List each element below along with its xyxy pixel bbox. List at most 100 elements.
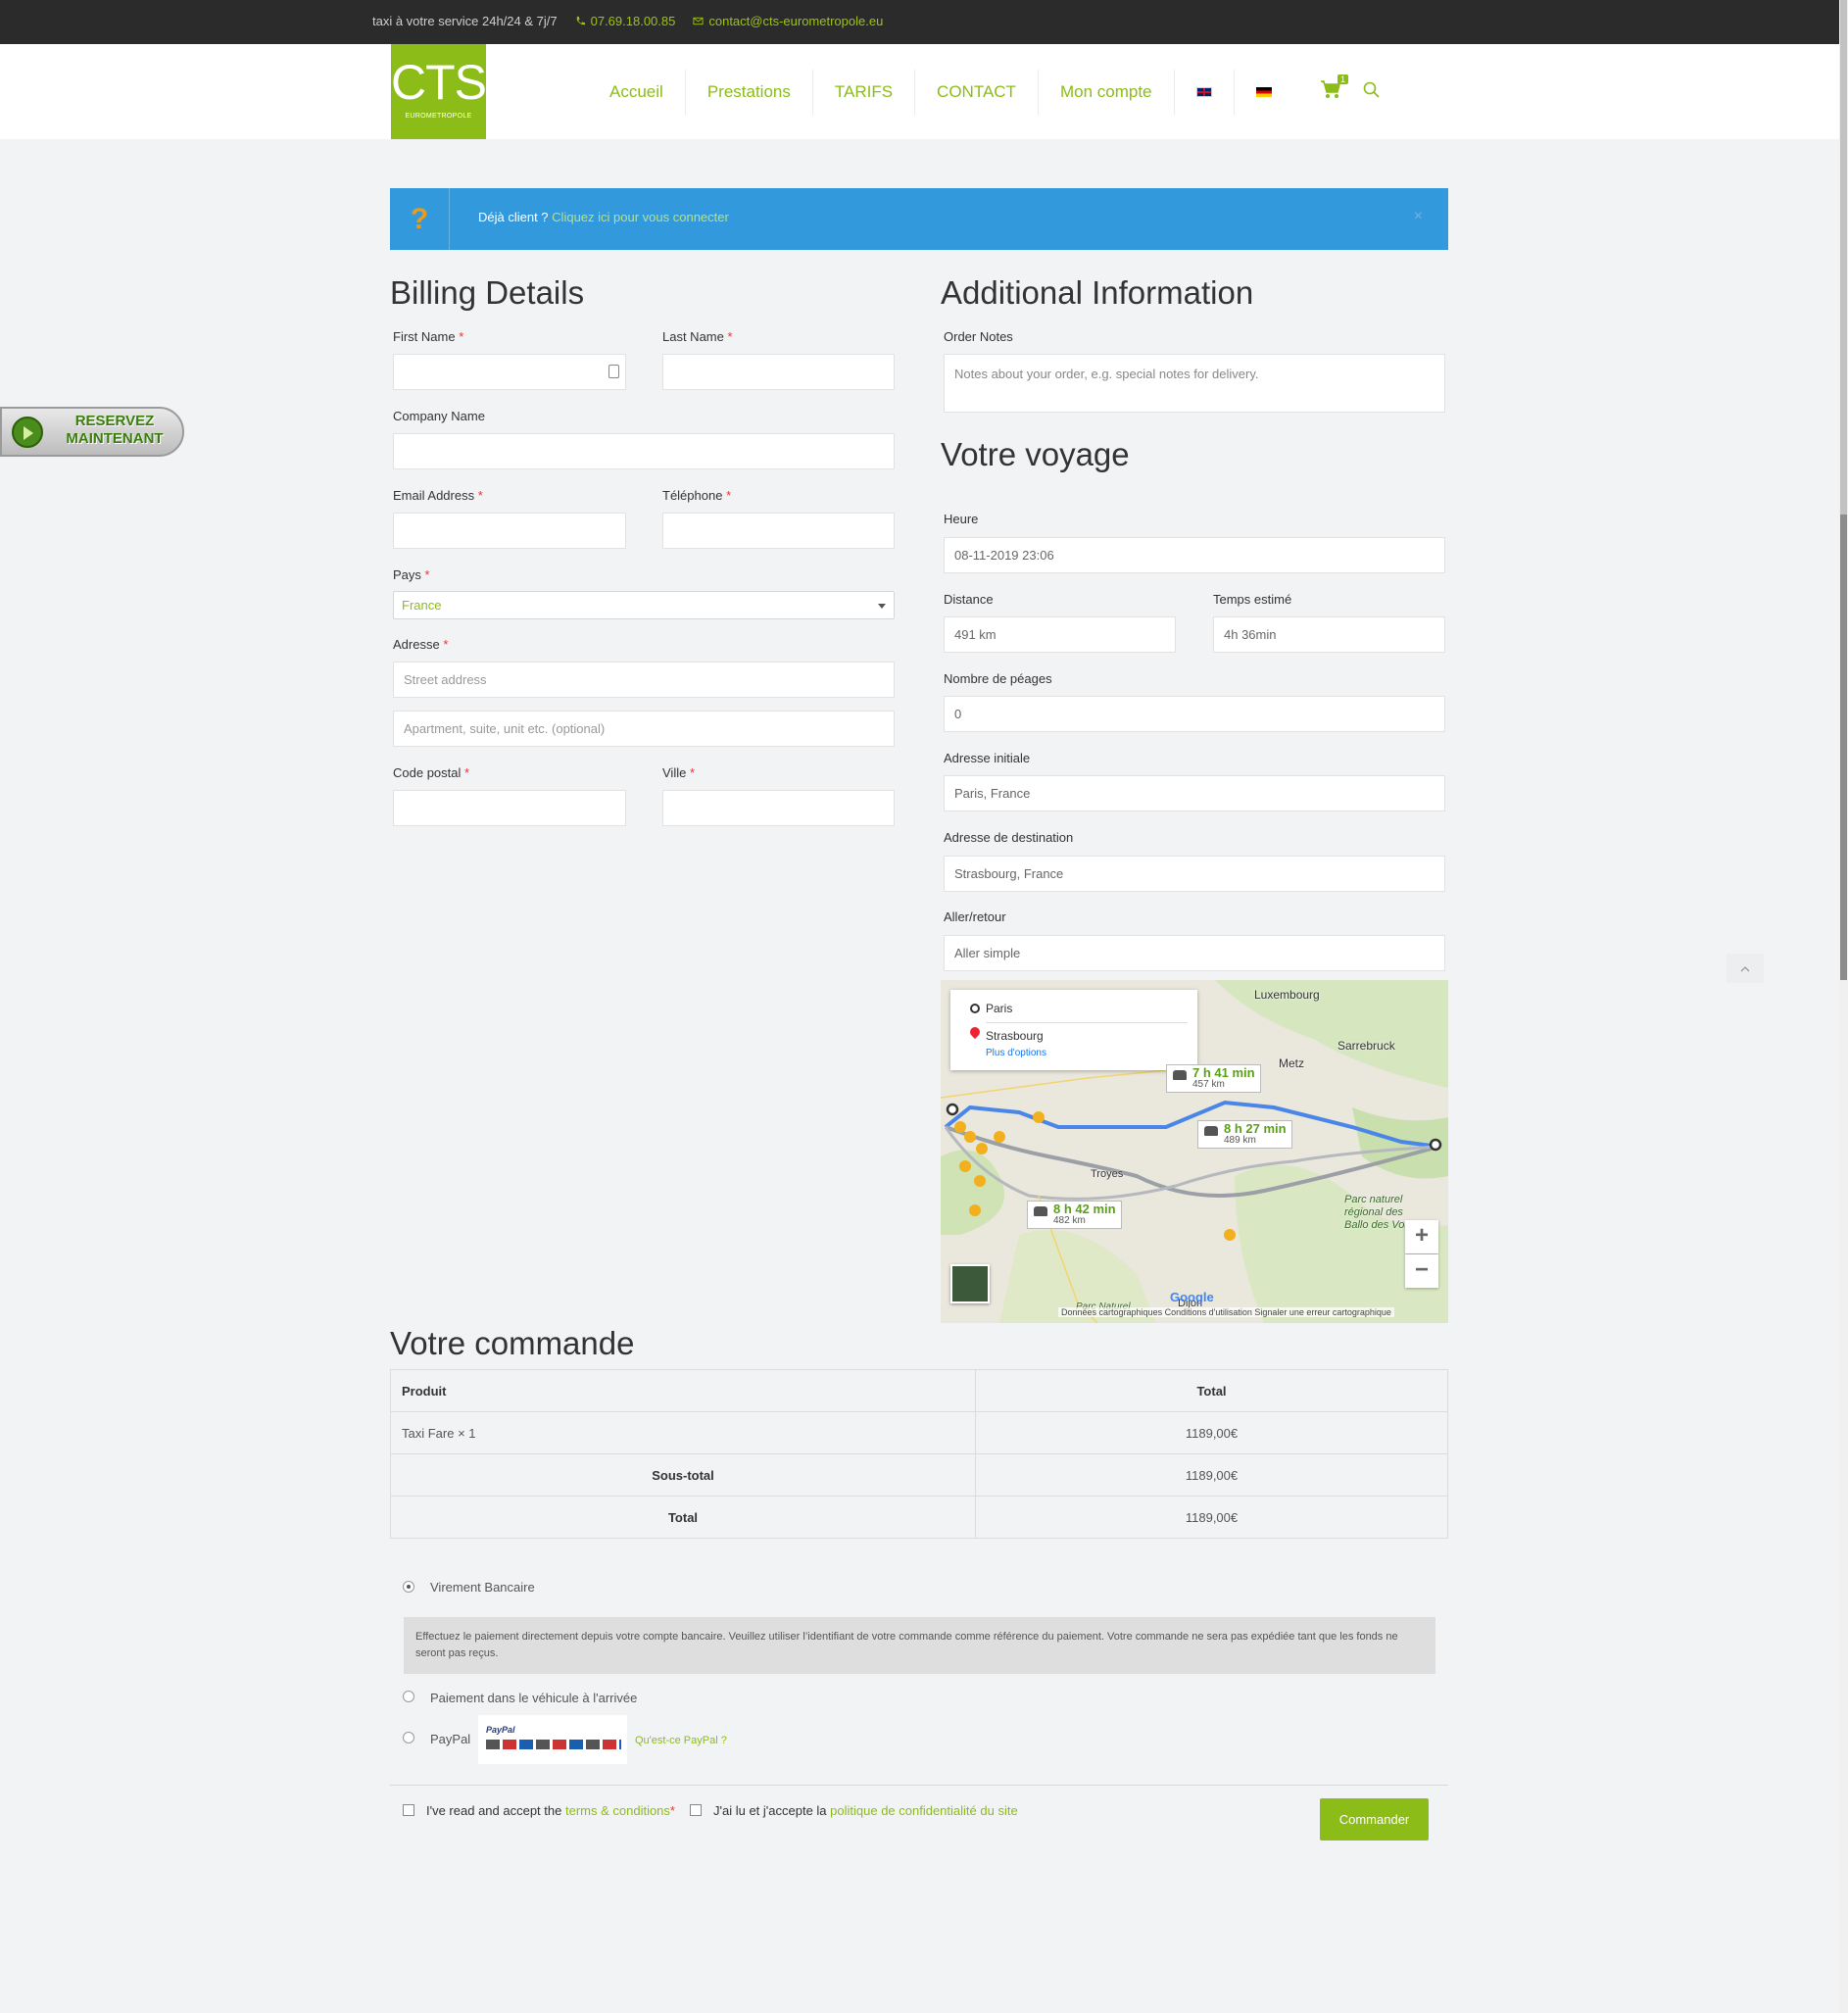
apartment-input[interactable]: Apartment, suite, unit etc. (optional) (393, 711, 895, 747)
voyage-title: Votre voyage (941, 436, 1130, 472)
close-icon[interactable]: × (1414, 208, 1423, 225)
address-label: Adresse * (393, 637, 449, 652)
route-3-time: 8 h 42 min (1053, 1202, 1116, 1216)
top-bar: taxi à votre service 24h/24 & 7j/7 07.69… (0, 0, 1842, 44)
site-logo[interactable]: CTS EUROMETROPOLE (391, 44, 487, 139)
country-select[interactable]: France (393, 591, 895, 619)
email-input[interactable] (393, 513, 626, 549)
vehicule-radio[interactable] (403, 1691, 414, 1702)
terms-link[interactable]: terms & conditions (565, 1803, 670, 1818)
main-nav: Accueil Prestations TARIFS CONTACT Mon c… (588, 44, 1293, 139)
cart-count-badge: 1 (1337, 74, 1349, 84)
reserve-now-button[interactable]: RESERVEZ MAINTENANT (0, 407, 184, 457)
phone-link[interactable]: 07.69.18.00.85 (575, 14, 676, 28)
nav-contact[interactable]: CONTACT (915, 69, 1039, 115)
arrow-right-icon (12, 417, 43, 448)
depart-input[interactable]: Paris, France (944, 775, 1445, 811)
city-label: Metz (1279, 1056, 1305, 1070)
logo-text: CTS (391, 55, 487, 110)
email-link[interactable]: contact@cts-eurometropole.eu (693, 14, 883, 28)
heure-input[interactable]: 08-11-2019 23:06 (944, 537, 1445, 573)
terms-checkbox[interactable] (403, 1804, 414, 1816)
virement-label[interactable]: Virement Bancaire (430, 1580, 535, 1595)
virement-description: Effectuez le paiement directement depuis… (404, 1617, 1435, 1674)
virement-radio[interactable] (403, 1581, 414, 1593)
order-title: Votre commande (390, 1325, 635, 1361)
google-logo: Google (1170, 1290, 1214, 1304)
phone-icon (576, 16, 585, 25)
total-cell: 1189,00€ (975, 1411, 1448, 1454)
route-2-time: 8 h 27 min (1224, 1121, 1287, 1136)
aller-input[interactable]: Aller simple (944, 935, 1445, 971)
table-row: Taxi Fare × 1 1189,00€ (390, 1411, 1448, 1454)
terms-text: I've read and accept the (426, 1803, 562, 1818)
country-value: France (402, 598, 442, 613)
nav-mon-compte[interactable]: Mon compte (1039, 69, 1175, 115)
scrollbar-track-top (1840, 0, 1847, 515)
phone-label: Téléphone * (662, 488, 732, 503)
chevron-up-icon (1740, 966, 1750, 972)
paypal-info-link[interactable]: Qu'est-ce PayPal ? (635, 1735, 727, 1746)
search-button[interactable] (1363, 81, 1381, 99)
route-3-tag[interactable]: 8 h 42 min 482 km (1027, 1201, 1122, 1229)
paypal-radio[interactable] (403, 1732, 414, 1743)
login-notice: ? Déjà client ? Cliquez ici pour vous co… (390, 188, 1448, 250)
nav-prestations[interactable]: Prestations (686, 69, 813, 115)
aller-label: Aller/retour (944, 909, 1006, 924)
scroll-top-button[interactable] (1726, 954, 1764, 983)
cart-button[interactable]: 1 (1320, 74, 1349, 99)
card-logos-icon (486, 1740, 621, 1749)
postcode-input[interactable] (393, 790, 626, 826)
company-input[interactable] (393, 433, 895, 469)
flag-uk-icon[interactable] (1195, 86, 1212, 97)
route-2-dist: 489 km (1224, 1135, 1256, 1146)
login-notice-label: Déjà client ? (478, 210, 549, 224)
zoom-in-button[interactable]: + (1405, 1220, 1438, 1253)
privacy-link[interactable]: politique de confidentialité du site (830, 1803, 1018, 1818)
phone-input[interactable] (662, 513, 895, 549)
last-name-input[interactable] (662, 354, 895, 390)
scrollbar-thumb[interactable] (1840, 515, 1847, 980)
login-link[interactable]: Cliquez ici pour vous connecter (552, 210, 729, 224)
route-origin: Paris (986, 1002, 1013, 1015)
reserve-line-1: RESERVEZ (74, 413, 155, 429)
order-notes-textarea[interactable]: Notes about your order, e.g. special not… (944, 354, 1445, 413)
required-mark: * (669, 1803, 675, 1818)
subtotal-value: 1189,00€ (975, 1453, 1448, 1497)
first-name-input[interactable] (393, 354, 626, 390)
satellite-toggle[interactable] (950, 1264, 990, 1303)
route-divider (986, 1022, 1188, 1023)
total-value: 1189,00€ (975, 1496, 1448, 1539)
temps-input[interactable]: 4h 36min (1213, 616, 1445, 653)
city-input[interactable] (662, 790, 895, 826)
total-label: Total (390, 1496, 976, 1539)
tagline: taxi à votre service 24h/24 & 7j/7 (372, 14, 558, 28)
first-name-label: First Name * (393, 329, 464, 344)
commander-button[interactable]: Commander (1320, 1798, 1429, 1841)
peages-input[interactable]: 0 (944, 696, 1445, 732)
route-map[interactable]: Paris Strasbourg Plus d'options 7 h 41 m… (941, 980, 1448, 1323)
nav-accueil[interactable]: Accueil (588, 69, 686, 115)
directions-panel: Paris Strasbourg Plus d'options (950, 990, 1197, 1070)
peages-label: Nombre de péages (944, 671, 1052, 686)
route-2-tag[interactable]: 8 h 27 min 489 km (1197, 1120, 1292, 1149)
paypal-label[interactable]: PayPal (430, 1732, 470, 1746)
page-scrollbar[interactable] (1839, 0, 1848, 2013)
postcode-label: Code postal * (393, 765, 470, 780)
col-product: Produit (390, 1369, 976, 1412)
logo-subtext: EUROMETROPOLE (405, 113, 472, 120)
route-1-tag[interactable]: 7 h 41 min 457 km (1166, 1064, 1261, 1093)
nav-tarifs[interactable]: TARIFS (813, 69, 916, 115)
street-address-input[interactable]: Street address (393, 662, 895, 698)
distance-input[interactable]: 491 km (944, 616, 1176, 653)
city-label: Luxembourg (1254, 988, 1320, 1002)
flag-de-icon[interactable] (1255, 86, 1272, 97)
phone-text: 07.69.18.00.85 (590, 14, 676, 28)
privacy-checkbox[interactable] (690, 1804, 702, 1816)
question-icon: ? (390, 188, 450, 250)
more-options-link[interactable]: Plus d'options (986, 1048, 1046, 1058)
site-header: CTS EUROMETROPOLE Accueil Prestations TA… (0, 44, 1842, 139)
vehicule-label[interactable]: Paiement dans le véhicule à l'arrivée (430, 1691, 637, 1705)
zoom-out-button[interactable]: − (1405, 1254, 1438, 1288)
dest-input[interactable]: Strasbourg, France (944, 856, 1445, 892)
